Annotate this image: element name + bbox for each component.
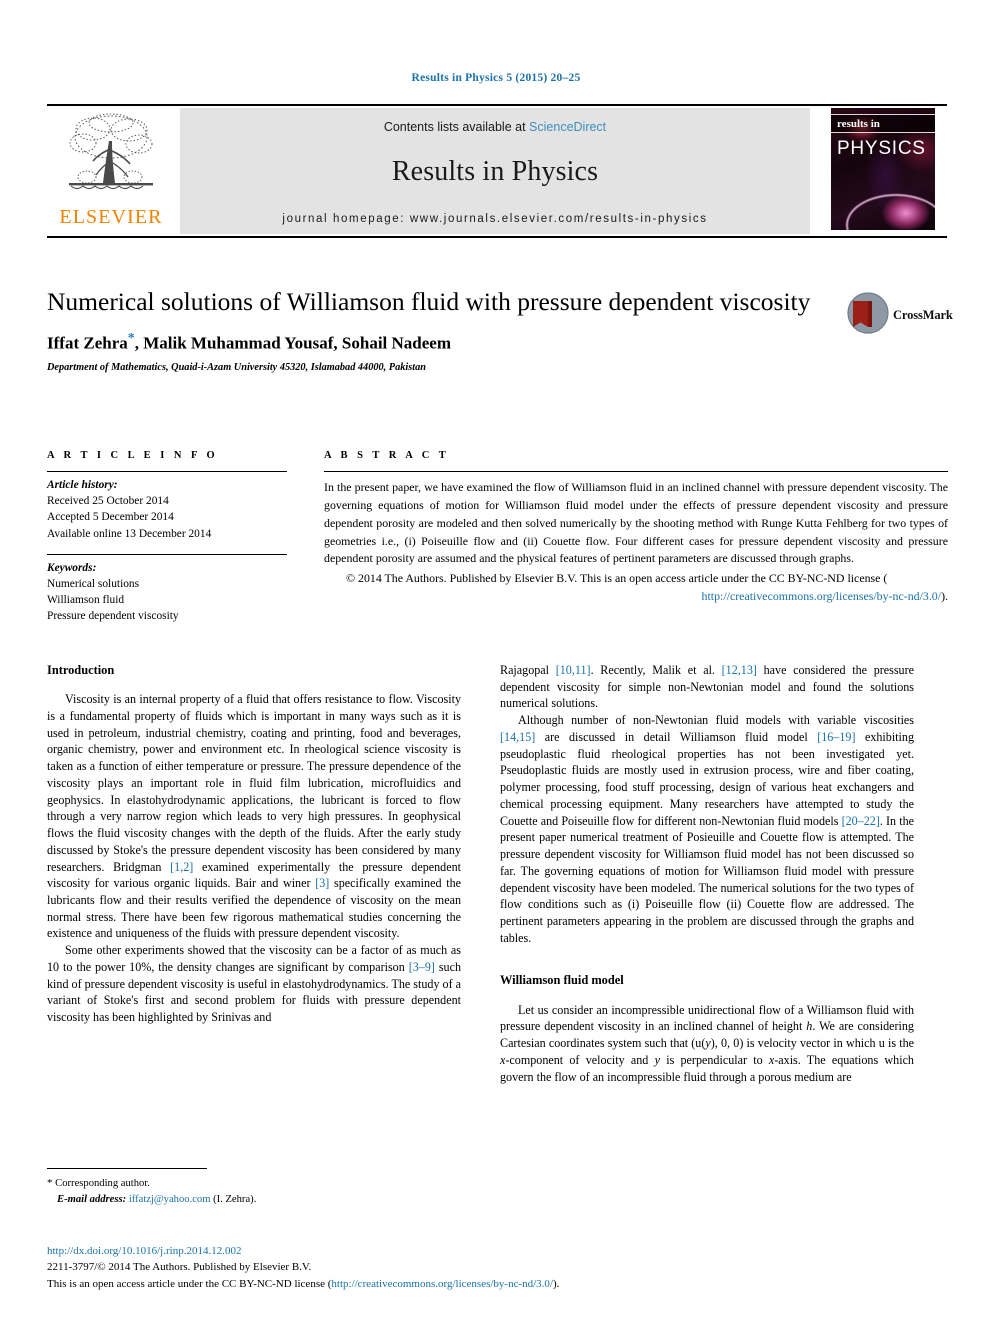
keyword-item: Pressure dependent viscosity — [47, 610, 179, 623]
elsevier-wordmark: ELSEVIER — [59, 206, 163, 228]
footer-license-line: This is an open access article under the… — [47, 1276, 807, 1292]
keywords-block: Keywords: Numerical solutions Williamson… — [47, 560, 287, 625]
paragraph: Viscosity is an internal property of a f… — [47, 691, 461, 942]
crossmark-icon — [847, 291, 889, 339]
authors-remaining: , Malik Muhammad Yousaf, Sohail Nadeem — [134, 333, 451, 353]
cover-arc-decoration — [845, 194, 935, 230]
asterisk-icon: * — [47, 1177, 53, 1189]
email-note: E-mail address: iffatzj@yahoo.com (I. Ze… — [47, 1192, 461, 1207]
abstract-rule — [324, 471, 948, 472]
citation-ref[interactable]: [3–9] — [409, 960, 435, 974]
masthead-center-band: Contents lists available at ScienceDirec… — [180, 108, 810, 234]
history-online: Available online 13 December 2014 — [47, 527, 212, 540]
keywords-rule — [47, 553, 287, 555]
article-history-block: Article history: Received 25 October 201… — [47, 477, 287, 542]
citation-ref[interactable]: [14,15] — [500, 730, 535, 744]
paragraph: Although number of non-Newtonian fluid m… — [500, 712, 914, 946]
copyright-text: © 2014 The Authors. Published by Elsevie… — [346, 571, 888, 586]
license-prefix: This is an open access article under the… — [47, 1277, 332, 1290]
corresponding-author-note: * Corresponding author. — [47, 1176, 461, 1192]
elsevier-logo-block: ELSEVIER — [47, 108, 175, 234]
journal-title: Results in Physics — [391, 155, 599, 187]
email-label: E-mail address: — [57, 1193, 127, 1205]
paragraph: Rajagopal [10,11]. Recently, Malik et al… — [500, 662, 914, 712]
affiliation: Department of Mathematics, Quaid-i-Azam … — [47, 361, 426, 373]
paragraph-text: . Recently, Malik et al. — [590, 663, 722, 677]
contents-lists-prefix: Contents lists available at — [383, 120, 526, 134]
journal-cover-thumbnail: results in PHYSICS — [819, 108, 947, 234]
citation-ref[interactable]: [10,11] — [556, 663, 591, 677]
paragraph-text: Some other experiments showed that the v… — [47, 943, 461, 974]
license-link[interactable]: http://creativecommons.org/licenses/by-n… — [702, 589, 942, 603]
page-title: Numerical solutions of Williamson fluid … — [47, 287, 811, 316]
keyword-item: Numerical solutions — [47, 577, 140, 590]
email-link[interactable]: iffatzj@yahoo.com — [129, 1194, 211, 1205]
citation-ref[interactable]: [16–19] — [817, 730, 855, 744]
crossmark-label: CrossMark — [893, 307, 953, 322]
cover-title-text: PHYSICS — [837, 138, 926, 159]
footnote-separator — [47, 1168, 207, 1169]
paragraph-text: Although number of non-Newtonian fluid m… — [518, 713, 914, 728]
citation-ref[interactable]: [1,2] — [170, 860, 193, 874]
keyword-item: Williamson fluid — [47, 594, 125, 607]
running-head: Results in Physics 5 (2015) 20–25 — [411, 72, 581, 84]
article-info-heading: A R T I C L E I N F O — [47, 450, 219, 461]
sciencedirect-link[interactable]: ScienceDirect — [529, 120, 606, 134]
keywords-label: Keywords: — [47, 561, 97, 574]
body-column-left: Introduction Viscosity is an internal pr… — [47, 662, 461, 1026]
paragraph-text: ), 0, 0) is velocity vector in which u i… — [710, 1036, 914, 1051]
paragraph-text: -component of velocity and — [505, 1052, 655, 1067]
title-block: Numerical solutions of Williamson fluid … — [47, 286, 837, 373]
paragraph: Some other experiments showed that the v… — [47, 942, 461, 1026]
abstract-text: In the present paper, we have examined t… — [324, 480, 948, 566]
corresponding-author-marker: * — [127, 331, 135, 347]
abstract-section: A B S T R A C T In the present paper, we… — [324, 450, 948, 606]
journal-masthead: ELSEVIER Contents lists available at Sci… — [47, 104, 947, 238]
cover-band: results in — [831, 114, 935, 133]
abstract-copyright: © 2014 The Authors. Published by Elsevie… — [324, 570, 948, 606]
article-info-section: A R T I C L E I N F O Article history: R… — [47, 450, 287, 625]
footer-license-link[interactable]: http://creativecommons.org/licenses/by-n… — [331, 1278, 553, 1290]
body-column-right: Rajagopal [10,11]. Recently, Malik et al… — [500, 662, 914, 1085]
crossmark-badge[interactable]: CrossMark — [847, 289, 953, 341]
issn-copyright-line: 2211-3797/© 2014 The Authors. Published … — [47, 1261, 312, 1274]
paragraph-text: is perpendicular to — [659, 1052, 769, 1067]
citation-ref[interactable]: [12,13] — [722, 663, 757, 677]
doi-link[interactable]: http://dx.doi.org/10.1016/j.rinp.2014.12… — [47, 1243, 807, 1259]
paragraph-text: . In the present paper numerical treatme… — [500, 813, 914, 945]
abstract-heading: A B S T R A C T — [324, 450, 450, 461]
footer-block: http://dx.doi.org/10.1016/j.rinp.2014.12… — [47, 1243, 807, 1292]
cover-band-text: results in — [837, 117, 880, 130]
paragraph-text: are discussed in detail Williamson fluid… — [535, 729, 818, 744]
email-owner: (I. Zehra). — [213, 1193, 257, 1205]
cover-artwork: results in PHYSICS — [831, 108, 935, 230]
paper-page: Results in Physics 5 (2015) 20–25 ELSEVI… — [0, 0, 992, 1323]
article-history-label: Article history: — [47, 479, 118, 491]
article-info-rule — [47, 471, 287, 472]
section-heading-williamson-model: Williamson fluid model — [500, 973, 624, 988]
paragraph-text: Rajagopal — [500, 663, 556, 677]
license-tail: ). — [553, 1277, 560, 1290]
citation-ref[interactable]: [20–22] — [842, 814, 880, 828]
corresponding-author-text: Corresponding author. — [55, 1178, 150, 1189]
section-heading-introduction: Introduction — [47, 663, 115, 677]
history-received: Received 25 October 2014 — [47, 495, 169, 508]
citation-ref[interactable]: [3] — [315, 876, 329, 890]
author-first: Iffat Zehra — [47, 333, 128, 353]
history-accepted: Accepted 5 December 2014 — [47, 511, 174, 524]
footnote-block: * Corresponding author. E-mail address: … — [47, 1168, 461, 1207]
contents-lists-line: Contents lists available at ScienceDirec… — [384, 120, 606, 134]
copyright-tail: ). — [941, 589, 948, 604]
paragraph: Let us consider an incompressible unidir… — [500, 1002, 914, 1086]
journal-homepage-link[interactable]: journal homepage: www.journals.elsevier.… — [282, 213, 707, 225]
paragraph-text: Viscosity is an internal property of a f… — [47, 692, 461, 874]
elsevier-tree-icon — [63, 111, 159, 206]
author-list: Iffat Zehra*, Malik Muhammad Yousaf, Soh… — [47, 331, 837, 354]
